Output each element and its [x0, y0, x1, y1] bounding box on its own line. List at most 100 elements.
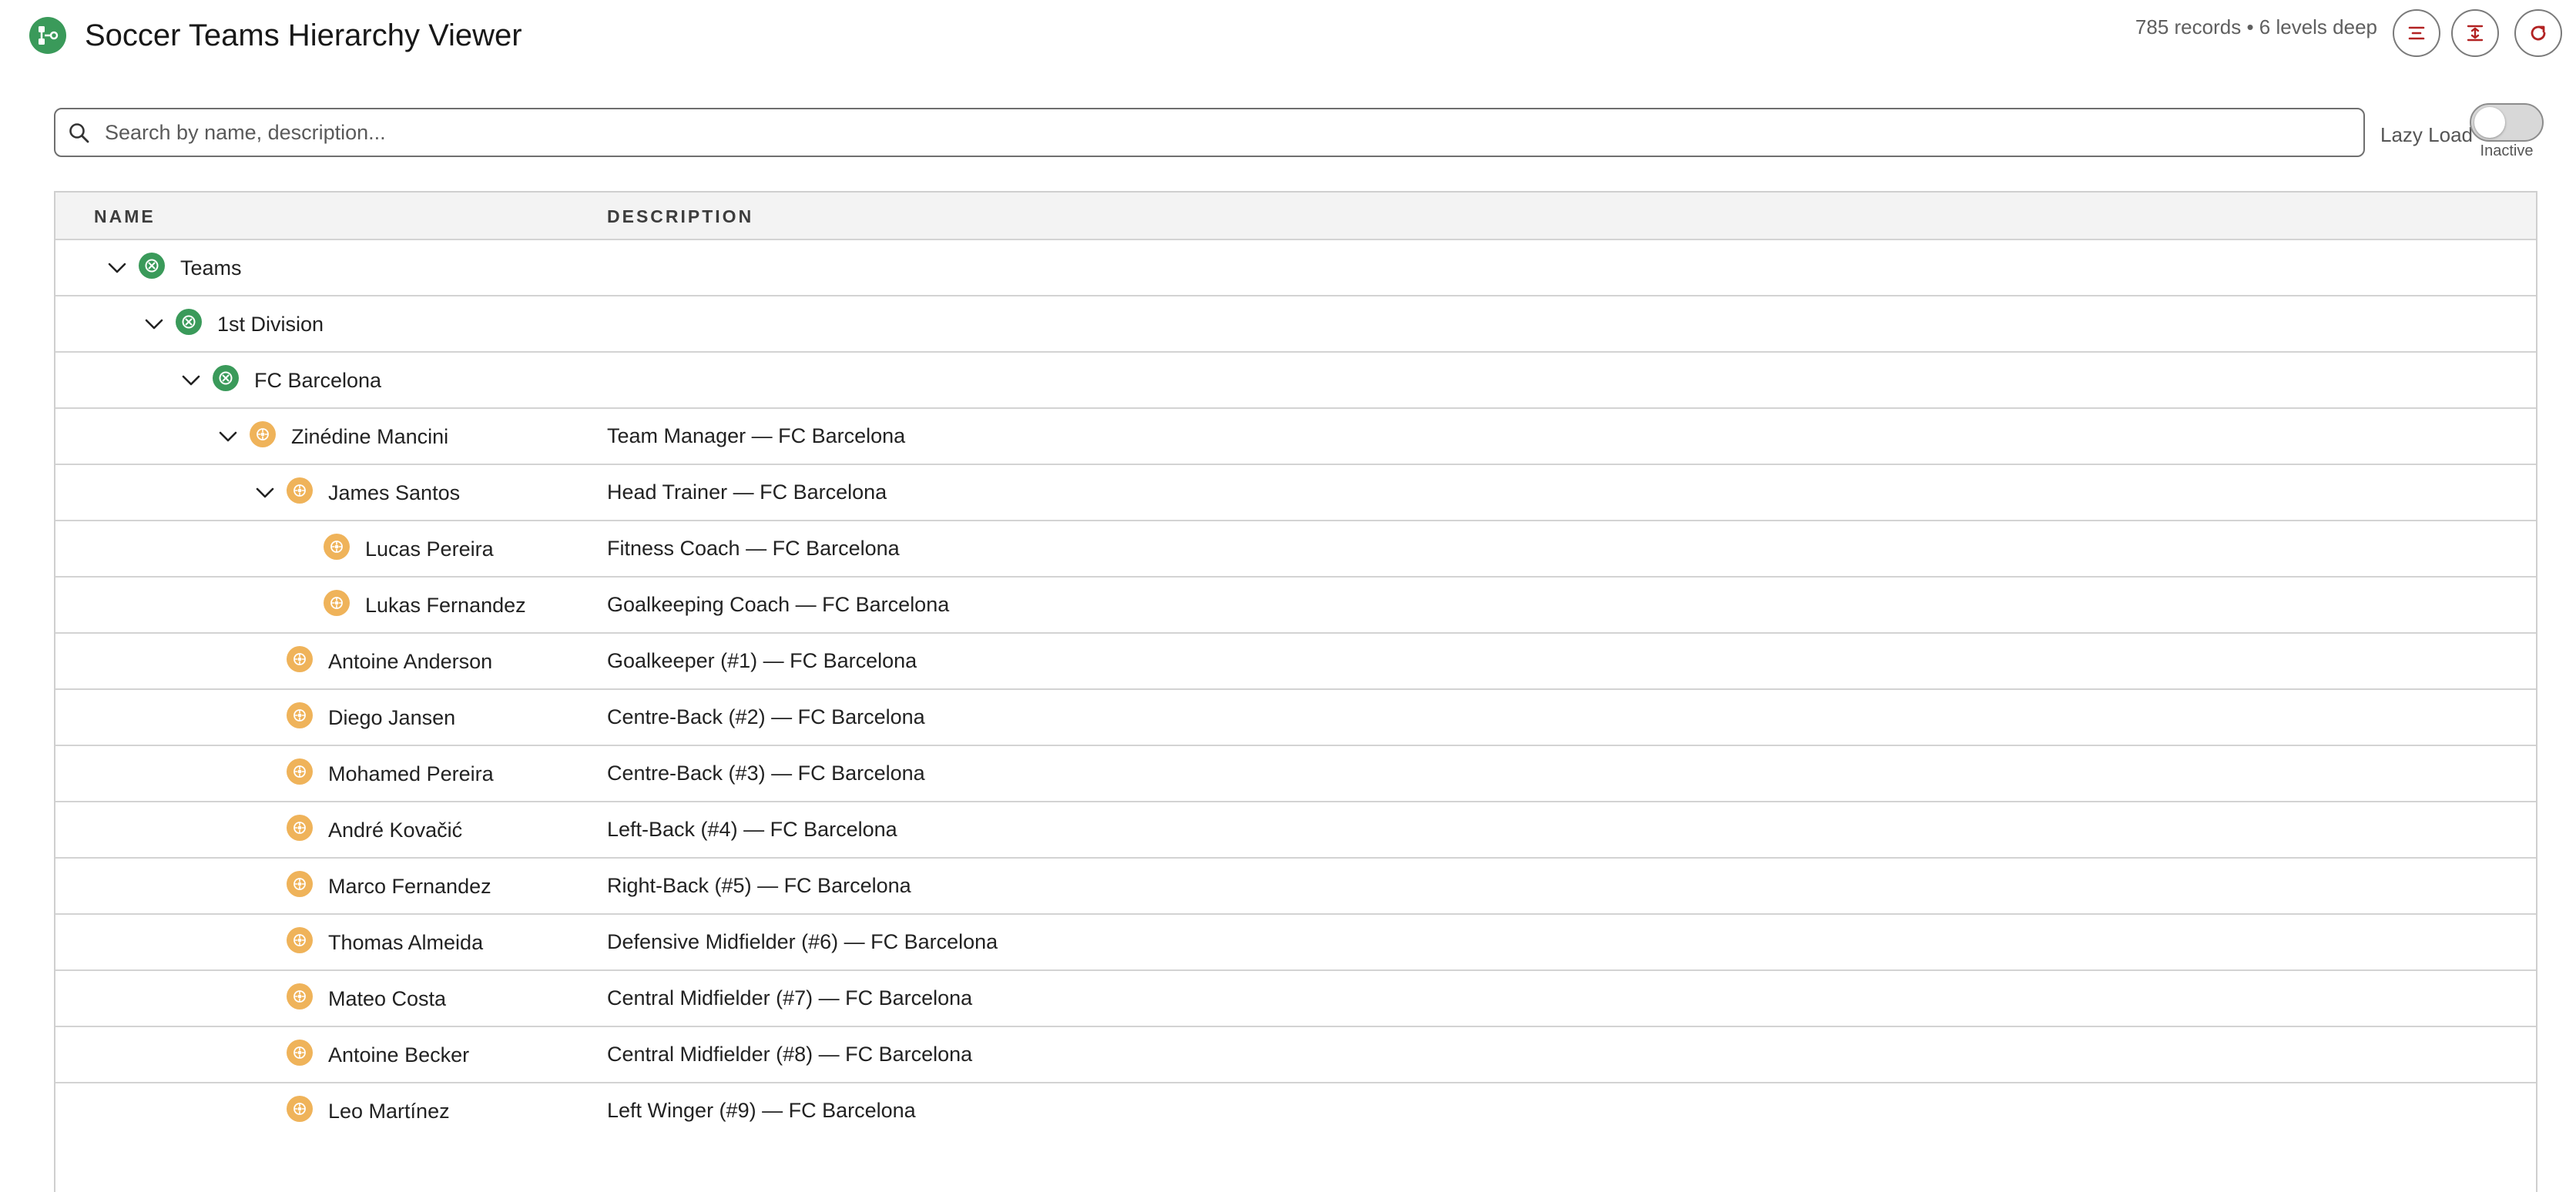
person-icon: [324, 589, 350, 616]
name-cell: Mohamed Pereira: [251, 746, 494, 801]
tree-table: NAME DESCRIPTION Teams 1st Division FC Bar…: [54, 191, 2537, 1192]
person-icon: [250, 420, 276, 447]
table-row[interactable]: 1st Division: [55, 295, 2536, 351]
person-icon: [287, 477, 313, 504]
table-row[interactable]: Lukas Fernandez Goalkeeping Coach — FC Ba…: [55, 576, 2536, 632]
name-cell: André Kovačić: [251, 802, 462, 857]
name-cell: Mateo Costa: [251, 971, 446, 1026]
records-stats: 785 records • 6 levels deep: [2135, 15, 2377, 39]
node-name: Mohamed Pereira: [328, 762, 494, 785]
hierarchy-app-icon: [29, 17, 66, 54]
person-icon: [287, 701, 313, 728]
description-cell: Head Trainer — FC Barcelona: [607, 480, 887, 504]
column-header-description[interactable]: DESCRIPTION: [607, 206, 753, 226]
node-name: James Santos: [328, 480, 461, 504]
table-row[interactable]: André Kovačić Left-Back (#4) — FC Barcelo…: [55, 801, 2536, 857]
expand-icon: [2467, 25, 2484, 42]
lazy-load-state: Inactive: [2480, 142, 2534, 159]
name-cell: FC Barcelona: [177, 353, 381, 407]
node-name: Lucas Pereira: [365, 537, 494, 561]
description-cell: Left Winger (#9) — FC Barcelona: [607, 1099, 916, 1122]
table-row[interactable]: Antoine Anderson Goalkeeper (#1) — FC Bar…: [55, 632, 2536, 688]
table-row[interactable]: Zinédine Mancini Team Manager — FC Barcel…: [55, 407, 2536, 464]
chevron-down-icon[interactable]: [103, 254, 131, 282]
person-icon: [287, 983, 313, 1010]
node-name: Zinédine Mancini: [291, 424, 449, 448]
chevron-down-icon[interactable]: [140, 310, 168, 338]
node-name: André Kovačić: [328, 818, 463, 842]
description-cell: Centre-Back (#2) — FC Barcelona: [607, 705, 925, 728]
node-name: Antoine Anderson: [328, 649, 493, 673]
table-row[interactable]: Leo Martínez Left Winger (#9) — FC Barcel…: [55, 1082, 2536, 1138]
table-row[interactable]: Teams: [55, 239, 2536, 295]
person-icon: [287, 870, 313, 897]
node-name: FC Barcelona: [254, 368, 382, 392]
name-cell: Antoine Anderson: [251, 634, 492, 688]
person-icon: [287, 1039, 313, 1066]
search-box: [54, 108, 2365, 157]
node-name: Lukas Fernandez: [365, 593, 526, 617]
name-cell: Lucas Pereira: [288, 521, 494, 576]
table-row[interactable]: Marco Fernandez Right-Back (#5) — FC Barc…: [55, 857, 2536, 913]
person-icon: [287, 926, 313, 953]
table-body: Teams 1st Division FC Barcelona Zinédine Ma…: [55, 239, 2536, 1138]
name-cell: Zinédine Mancini: [214, 409, 448, 464]
name-cell: Lukas Fernandez: [288, 578, 526, 632]
person-icon: [287, 1095, 313, 1122]
name-cell: Antoine Becker: [251, 1027, 469, 1082]
lazy-load-toggle[interactable]: [2470, 103, 2544, 142]
team-group-icon: [176, 308, 202, 335]
description-cell: Right-Back (#5) — FC Barcelona: [607, 874, 911, 897]
person-icon: [324, 533, 350, 560]
name-cell: Teams: [103, 240, 242, 295]
table-row[interactable]: Diego Jansen Centre-Back (#2) — FC Barcel…: [55, 688, 2536, 745]
person-icon: [287, 814, 313, 841]
table-row[interactable]: Lucas Pereira Fitness Coach — FC Barcelon…: [55, 520, 2536, 576]
team-group-icon: [139, 252, 165, 279]
person-icon: [287, 758, 313, 785]
node-name: Mateo Costa: [328, 986, 447, 1010]
person-icon: [287, 645, 313, 672]
table-row[interactable]: Thomas Almeida Defensive Midfielder (#6) …: [55, 913, 2536, 969]
lazy-load-label: Lazy Load: [2380, 123, 2473, 146]
node-name: Antoine Becker: [328, 1043, 470, 1066]
refresh-icon: [2531, 25, 2546, 41]
table-row[interactable]: Mohamed Pereira Centre-Back (#3) — FC Bar…: [55, 745, 2536, 801]
search-input[interactable]: [105, 116, 2339, 149]
name-cell: 1st Division: [140, 296, 324, 351]
node-name: Leo Martínez: [328, 1099, 450, 1123]
search-icon: [69, 123, 89, 143]
table-row[interactable]: FC Barcelona: [55, 351, 2536, 407]
name-cell: Marco Fernandez: [251, 859, 491, 913]
chevron-down-icon[interactable]: [177, 367, 205, 394]
collapse-all-button[interactable]: [2393, 9, 2440, 57]
node-name: Diego Jansen: [328, 705, 456, 729]
expand-all-button[interactable]: [2451, 9, 2499, 57]
chevron-down-icon[interactable]: [214, 423, 242, 450]
description-cell: Goalkeeper (#1) — FC Barcelona: [607, 649, 917, 672]
description-cell: Defensive Midfielder (#6) — FC Barcelona: [607, 930, 998, 953]
column-header-name[interactable]: NAME: [94, 206, 156, 226]
collapse-icon: [2408, 26, 2425, 40]
chevron-down-icon[interactable]: [251, 479, 279, 507]
description-cell: Central Midfielder (#8) — FC Barcelona: [607, 1043, 973, 1066]
name-cell: Leo Martínez: [251, 1083, 450, 1138]
name-cell: Thomas Almeida: [251, 915, 483, 969]
node-name: Teams: [180, 256, 242, 280]
refresh-button[interactable]: [2514, 9, 2562, 57]
description-cell: Centre-Back (#3) — FC Barcelona: [607, 762, 925, 785]
description-cell: Left-Back (#4) — FC Barcelona: [607, 818, 897, 841]
table-row[interactable]: James Santos Head Trainer — FC Barcelona: [55, 464, 2536, 520]
table-row[interactable]: Antoine Becker Central Midfielder (#8) — …: [55, 1026, 2536, 1082]
team-group-icon: [213, 364, 239, 391]
node-name: 1st Division: [217, 312, 324, 336]
table-row[interactable]: Mateo Costa Central Midfielder (#7) — FC …: [55, 969, 2536, 1026]
